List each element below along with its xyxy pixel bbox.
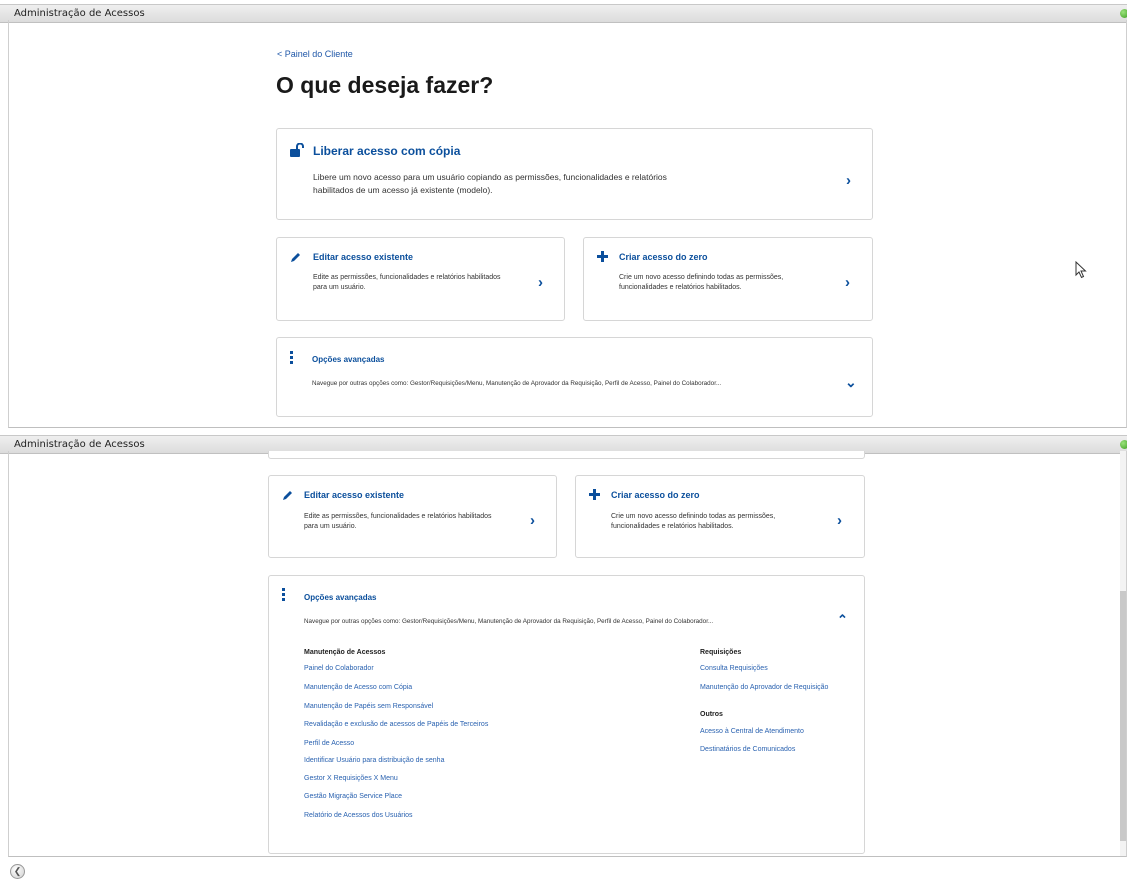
link-identificar-usuario-senha[interactable]: Identificar Usuário para distribuição de… (304, 757, 444, 764)
content-frame-bottom: Editar acesso existente Edite as permiss… (8, 451, 1127, 857)
create-card-description: Crie um novo acesso definindo todas as p… (619, 274, 784, 291)
advanced-card-description: Navegue por outras opções como: Gestor/R… (312, 380, 722, 387)
link-gestao-migracao-service-place[interactable]: Gestão Migração Service Place (304, 793, 402, 800)
link-revalidacao-papeis-terceiros[interactable]: Revalidação e exclusão de acessos de Pap… (304, 721, 488, 728)
chevron-right-icon: › (530, 512, 535, 529)
vertical-scrollbar[interactable] (1120, 451, 1126, 856)
edit-card-title: Editar acesso existente (304, 490, 405, 500)
chevron-up-icon[interactable]: ⌃ (837, 612, 848, 628)
copy-card-description: Libere um novo acesso para um usuário co… (313, 172, 667, 195)
status-dot-icon[interactable] (1120, 9, 1127, 18)
pencil-icon (291, 253, 300, 262)
plus-icon (597, 251, 608, 262)
chevron-right-icon: › (846, 172, 851, 189)
create-card-title: Criar acesso do zero (611, 490, 700, 500)
copy-access-card-partial[interactable] (268, 451, 865, 459)
section-heading-outros: Outros (700, 711, 723, 718)
plus-icon (589, 489, 600, 500)
panel-title: Administração de Acessos (14, 439, 145, 450)
panel-title: Administração de Acessos (14, 8, 145, 19)
edit-access-card[interactable]: Editar acesso existente Edite as permiss… (276, 237, 565, 321)
page-title: O que deseja fazer? (276, 72, 494, 98)
chevron-right-icon: › (837, 512, 842, 529)
chevron-right-icon: › (845, 274, 850, 291)
link-aprovador-requisicao[interactable]: Manutenção do Aprovador de Requisição (700, 684, 828, 691)
create-card-description: Crie um novo acesso definindo todas as p… (611, 513, 776, 530)
link-central-atendimento[interactable]: Acesso à Central de Atendimento (700, 728, 804, 735)
link-destinatarios-comunicados[interactable]: Destinatários de Comunicados (700, 746, 795, 753)
vertical-dots-icon (282, 588, 285, 601)
pencil-icon (283, 491, 292, 500)
link-painel-colaborador[interactable]: Painel do Colaborador (304, 665, 374, 672)
link-gestor-requisicoes-menu[interactable]: Gestor X Requisições X Menu (304, 775, 398, 782)
link-relatorio-acessos-usuarios[interactable]: Relatório de Acessos dos Usuários (304, 812, 413, 819)
copy-card-title: Liberar acesso com cópia (313, 144, 461, 158)
edit-card-description: Edite as permissões, funcionalidades e r… (313, 274, 501, 291)
chevron-down-icon[interactable]: ⌄ (845, 374, 857, 391)
link-papeis-sem-responsavel[interactable]: Manutenção de Papéis sem Responsável (304, 703, 433, 710)
vertical-dots-icon (290, 351, 293, 364)
status-dot-icon[interactable] (1120, 440, 1127, 449)
edit-access-card[interactable]: Editar acesso existente Edite as permiss… (268, 475, 557, 558)
create-card-title: Criar acesso do zero (619, 252, 708, 262)
chevron-right-icon: › (538, 274, 543, 291)
advanced-options-card-expanded[interactable]: Opções avançadas Navegue por outras opçõ… (268, 575, 865, 854)
back-arrow-icon[interactable]: ❮ (10, 864, 25, 879)
link-consulta-requisicoes[interactable]: Consulta Requisições (700, 665, 768, 672)
section-heading-manutencao: Manutenção de Acessos (304, 649, 386, 656)
mouse-cursor-icon (1075, 261, 1087, 279)
section-heading-requisicoes: Requisições (700, 649, 742, 656)
link-manutencao-acesso-copia[interactable]: Manutenção de Acesso com Cópia (304, 684, 412, 691)
edit-card-title: Editar acesso existente (313, 252, 414, 262)
create-access-card[interactable]: Criar acesso do zero Crie um novo acesso… (583, 237, 873, 321)
advanced-card-title: Opções avançadas (304, 593, 377, 602)
copy-access-card[interactable]: Liberar acesso com cópia Libere um novo … (276, 128, 873, 220)
scrollbar-thumb[interactable] (1120, 591, 1126, 841)
content-frame-top: < Painel do Cliente O que deseja fazer? … (8, 20, 1127, 428)
link-perfil-acesso[interactable]: Perfil de Acesso (304, 740, 354, 747)
advanced-card-description: Navegue por outras opções como: Gestor/R… (304, 618, 714, 625)
advanced-options-card[interactable]: Opções avançadas Navegue por outras opçõ… (276, 337, 873, 417)
edit-card-description: Edite as permissões, funcionalidades e r… (304, 513, 492, 530)
back-link-painel-cliente[interactable]: < Painel do Cliente (277, 49, 353, 59)
unlock-icon (290, 143, 304, 157)
advanced-card-title: Opções avançadas (312, 355, 385, 364)
create-access-card[interactable]: Criar acesso do zero Crie um novo acesso… (575, 475, 865, 558)
